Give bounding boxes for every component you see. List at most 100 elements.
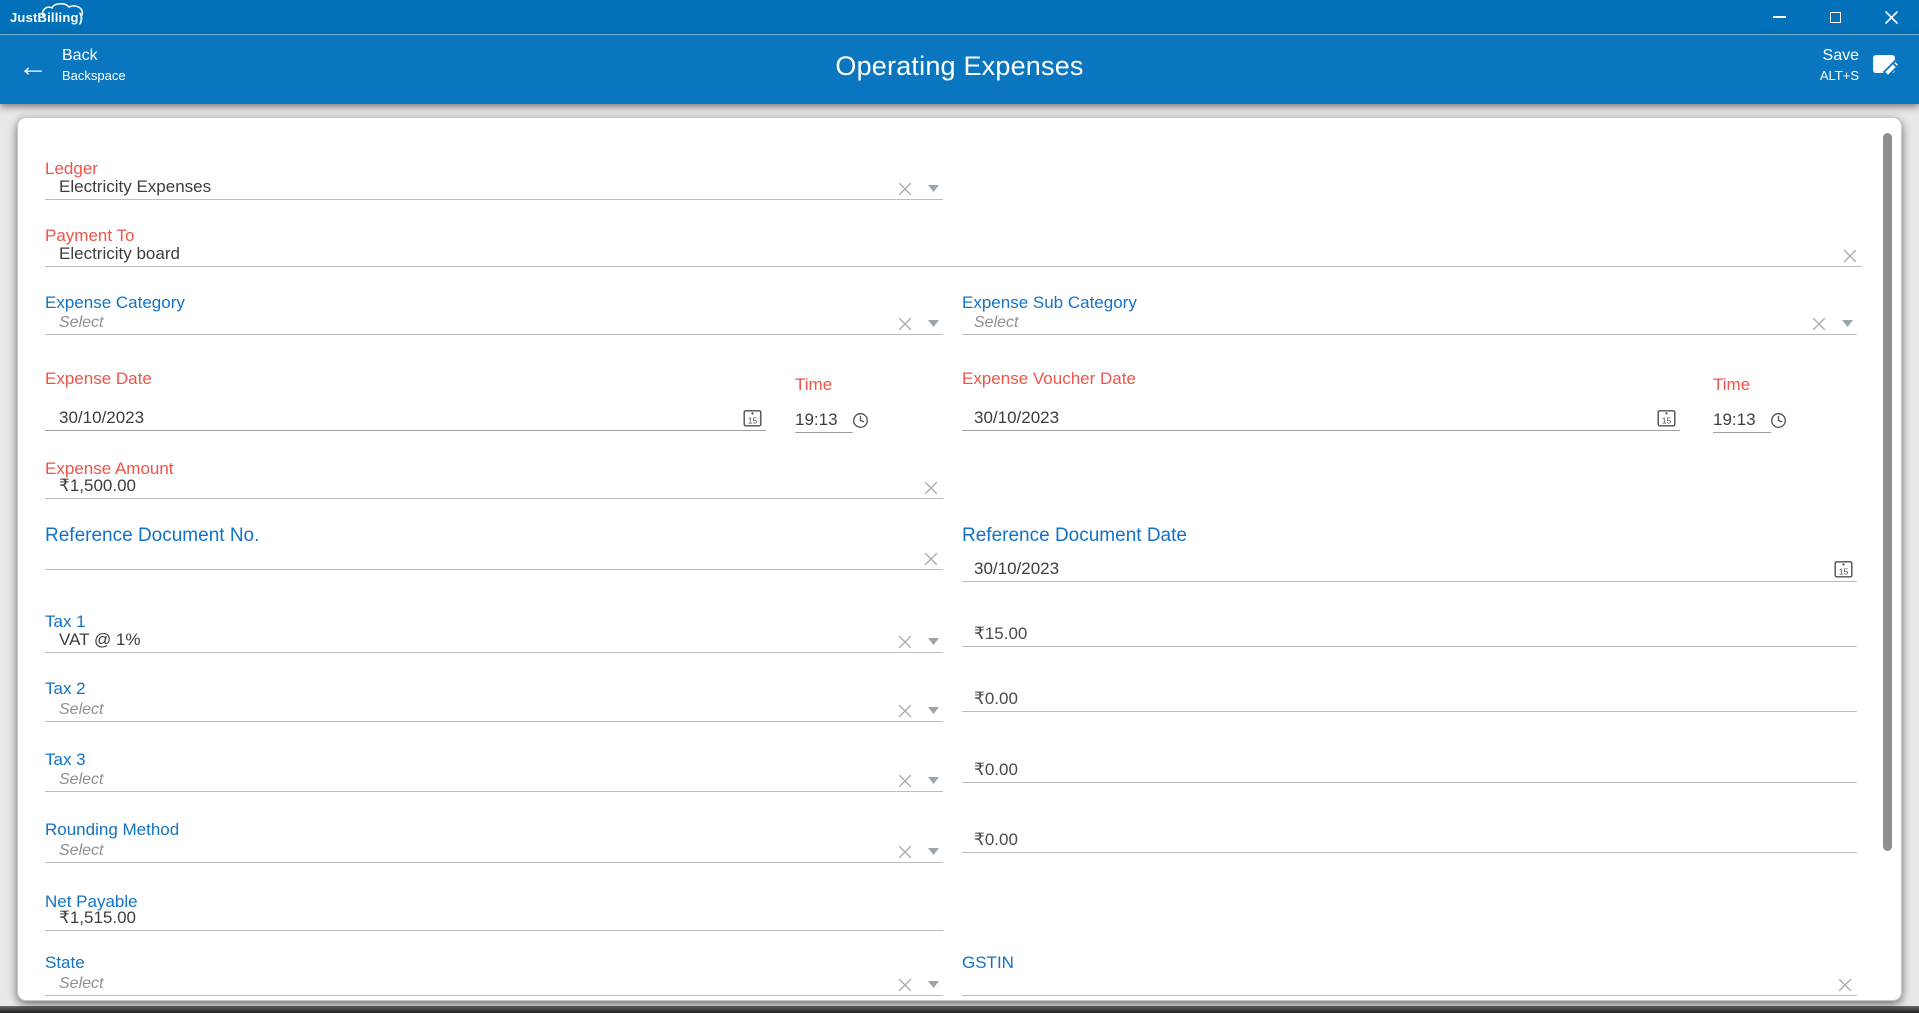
expense-amount-input[interactable]: ₹1,500.00 (45, 480, 943, 499)
expense-date-value[interactable]: 30/10/2023 (59, 408, 144, 428)
expense-voucher-date-input[interactable]: 30/10/2023 15 (962, 390, 1680, 431)
chevron-down-icon[interactable] (928, 185, 939, 192)
expense-voucher-date-value[interactable]: 30/10/2023 (974, 408, 1059, 428)
tax1-amount-value[interactable]: ₹15.00 (974, 624, 1027, 644)
close-button[interactable] (1863, 0, 1919, 34)
clock-icon[interactable] (1770, 412, 1787, 429)
save-label: Save (1820, 45, 1859, 67)
clear-icon[interactable] (897, 181, 913, 197)
field-rounding-method: Rounding Method Select (45, 819, 943, 863)
field-expense-voucher-date: Expense Voucher Date 30/10/2023 15 (962, 368, 1680, 431)
clock-icon[interactable] (852, 412, 869, 429)
clear-icon[interactable] (1811, 316, 1827, 332)
tax3-combobox[interactable]: Select (45, 771, 943, 792)
clear-icon[interactable] (897, 977, 913, 993)
expense-amount-value[interactable]: ₹1,500.00 (59, 476, 136, 496)
rounding-method-combobox[interactable]: Select (45, 841, 943, 863)
svg-text:15: 15 (748, 416, 758, 426)
window-titlebar: JustBilling) (0, 0, 1919, 34)
expense-category-combobox[interactable]: Select (45, 314, 943, 335)
clear-icon[interactable] (897, 844, 913, 860)
tax2-placeholder[interactable]: Select (59, 701, 103, 719)
svg-text:15: 15 (1839, 567, 1849, 577)
clear-icon[interactable] (897, 703, 913, 719)
save-shortcut: ALT+S (1820, 67, 1859, 85)
clear-icon[interactable] (897, 773, 913, 789)
clear-icon[interactable] (1837, 977, 1853, 993)
clear-icon[interactable] (923, 551, 939, 567)
command-bar: ← Back Backspace Operating Expenses Save… (0, 34, 1919, 104)
state-placeholder[interactable]: Select (59, 975, 103, 993)
cloud-outline-icon (41, 3, 87, 17)
tax3-amount-value[interactable]: ₹0.00 (974, 760, 1018, 780)
expense-time-value[interactable]: 19:13 (795, 410, 838, 430)
reference-document-no-input[interactable] (45, 548, 943, 570)
minimize-button[interactable] (1751, 0, 1807, 34)
state-combobox[interactable]: Select (45, 974, 943, 996)
net-payable-field: ₹1,515.00 (45, 913, 943, 931)
expense-sub-category-combobox[interactable]: Select (962, 314, 1857, 335)
rounding-method-placeholder[interactable]: Select (59, 842, 103, 860)
chevron-down-icon[interactable] (928, 777, 939, 784)
save-button[interactable]: Save ALT+S (1820, 45, 1901, 85)
voucher-time-value[interactable]: 19:13 (1713, 410, 1756, 430)
tax3-amount-input[interactable]: ₹0.00 (962, 753, 1857, 783)
tax3-placeholder[interactable]: Select (59, 771, 103, 789)
ledger-combobox[interactable]: Electricity Expenses (45, 180, 943, 200)
reference-document-date-value[interactable]: 30/10/2023 (974, 559, 1059, 579)
chevron-down-icon[interactable] (928, 320, 939, 327)
tax2-combobox[interactable]: Select (45, 700, 943, 722)
tax1-amount-input[interactable]: ₹15.00 (962, 617, 1857, 647)
expense-category-placeholder[interactable]: Select (59, 314, 103, 332)
field-tax1: Tax 1 VAT @ 1% (45, 611, 943, 653)
field-reference-document-date: Reference Document Date 30/10/2023 15 (962, 524, 1857, 582)
chevron-down-icon[interactable] (1842, 320, 1853, 327)
tax1-value[interactable]: VAT @ 1% (59, 630, 141, 650)
clear-icon[interactable] (897, 316, 913, 332)
net-payable-label: Net Payable (45, 891, 943, 913)
page-title: Operating Expenses (0, 51, 1919, 82)
clear-icon[interactable] (923, 480, 939, 496)
tax1-label: Tax 1 (45, 611, 943, 633)
expense-date-input[interactable]: 30/10/2023 15 (45, 390, 766, 431)
chevron-down-icon[interactable] (928, 848, 939, 855)
minimize-icon (1773, 16, 1786, 18)
tax2-amount-input[interactable]: ₹0.00 (962, 682, 1857, 712)
calendar-icon[interactable]: 15 (1657, 408, 1676, 427)
payment-to-input[interactable]: Electricity board (45, 247, 1862, 267)
field-tax2: Tax 2 Select (45, 678, 943, 722)
expense-voucher-date-label: Expense Voucher Date (962, 368, 1680, 390)
rounding-amount-input[interactable]: ₹0.00 (962, 823, 1857, 853)
expense-time-label: Time (795, 374, 853, 396)
rounding-method-label: Rounding Method (45, 819, 943, 841)
chevron-down-icon[interactable] (928, 981, 939, 988)
chevron-down-icon[interactable] (928, 707, 939, 714)
chevron-down-icon[interactable] (928, 638, 939, 645)
tax2-amount-value[interactable]: ₹0.00 (974, 689, 1018, 709)
voucher-time-input[interactable]: 19:13 (1713, 396, 1771, 433)
rounding-amount-value[interactable]: ₹0.00 (974, 830, 1018, 850)
expense-date-label: Expense Date (45, 368, 766, 390)
calendar-icon[interactable]: 15 (1834, 559, 1853, 578)
expense-time-input[interactable]: 19:13 (795, 396, 853, 433)
reference-document-no-label: Reference Document No. (45, 524, 943, 548)
field-voucher-time: Time 19:13 (1713, 374, 1771, 433)
gstin-input[interactable] (962, 974, 1857, 996)
save-icon (1871, 51, 1901, 79)
field-expense-date: Expense Date 30/10/2023 15 (45, 368, 766, 431)
tax1-combobox[interactable]: VAT @ 1% (45, 633, 943, 653)
maximize-button[interactable] (1807, 0, 1863, 34)
ledger-value[interactable]: Electricity Expenses (59, 177, 211, 197)
operating-expenses-form: Ledger Electricity Expenses Payment To E… (17, 117, 1902, 1001)
clear-icon[interactable] (1842, 248, 1858, 264)
reference-document-date-input[interactable]: 30/10/2023 15 (962, 548, 1857, 582)
calendar-icon[interactable]: 15 (743, 408, 762, 427)
payment-to-value[interactable]: Electricity board (59, 244, 180, 264)
vertical-scrollbar[interactable] (1883, 133, 1892, 851)
tax2-label: Tax 2 (45, 678, 943, 700)
maximize-icon (1830, 12, 1841, 23)
field-expense-amount: Expense Amount ₹1,500.00 (45, 458, 943, 499)
clear-icon[interactable] (897, 634, 913, 650)
field-net-payable: Net Payable ₹1,515.00 (45, 891, 943, 931)
expense-sub-category-placeholder[interactable]: Select (974, 314, 1018, 332)
